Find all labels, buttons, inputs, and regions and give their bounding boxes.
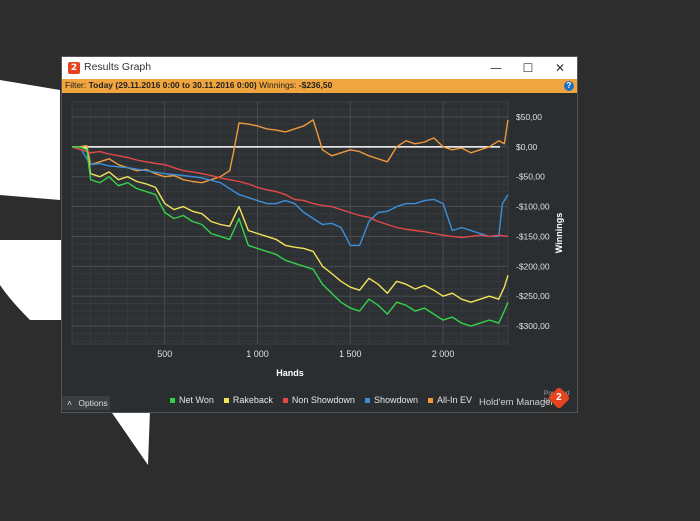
x-tick-label: 1 500 — [339, 349, 362, 359]
options-button[interactable]: ˄ Options — [62, 396, 110, 410]
legend-swatch — [282, 397, 288, 403]
plot-area — [71, 101, 509, 345]
options-label: Options — [78, 398, 108, 408]
y-tick-label: -$50,00 — [516, 172, 545, 182]
legend-label: Non Showdown — [291, 395, 355, 405]
legend-item-non-showdown[interactable]: Non Showdown — [282, 395, 355, 405]
chevron-up-icon: ˄ — [67, 398, 72, 408]
y-tick-label: -$150,00 — [516, 231, 550, 241]
y-tick-label: -$250,00 — [516, 291, 550, 301]
y-tick-label: $0,00 — [516, 142, 538, 152]
y-tick-label: -$100,00 — [516, 202, 550, 212]
y-tick-label: -$200,00 — [516, 261, 550, 271]
y-tick-label: $50,00 — [516, 112, 542, 122]
x-tick-label: 500 — [157, 349, 172, 359]
legend-swatch — [427, 397, 433, 403]
legend-swatch — [170, 397, 175, 403]
results-graph-window: 2 Results Graph — ☐ ✕ Filter: Today (29.… — [62, 57, 577, 412]
legend-label: Showdown — [373, 395, 418, 405]
y-tick-label: -$300,00 — [516, 321, 550, 331]
y-axis-title: Winnings — [554, 213, 564, 253]
legend-item-showdown[interactable]: Showdown — [364, 395, 418, 405]
legend-label: All-In EV — [436, 395, 472, 405]
legend-item-all-in-ev[interactable]: All-In EV — [427, 395, 472, 405]
x-tick-label: 2 000 — [432, 349, 455, 359]
legend-item-rakeback[interactable]: Rakeback — [223, 395, 273, 405]
brand-name: Hold'em Manager — [479, 397, 554, 408]
legend-swatch — [223, 397, 229, 403]
legend-item-net-won[interactable]: Net Won — [170, 395, 214, 405]
legend-swatch — [364, 397, 370, 403]
legend-label: Net Won — [179, 395, 214, 405]
legend-label: Rakeback — [232, 395, 273, 405]
chart-legend: Net Won Rakeback Non Showdown Showdown All-I… — [170, 395, 472, 405]
results-chart: 500 1 000 1 500 2 000 $50,00 $0,00 -$50,00 -$10… — [71, 101, 564, 378]
x-axis-title: Hands — [276, 368, 304, 378]
x-tick-label: 1 000 — [246, 349, 269, 359]
